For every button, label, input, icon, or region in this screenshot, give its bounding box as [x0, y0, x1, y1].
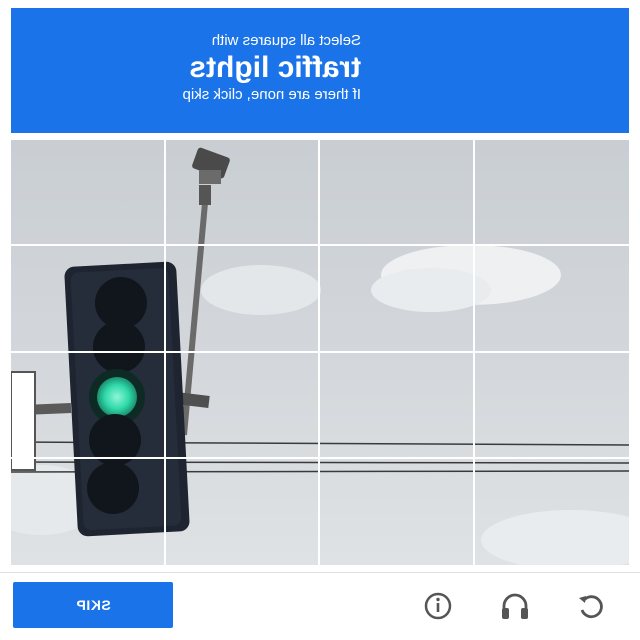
headphones-icon [502, 593, 528, 619]
refresh-icon [579, 595, 603, 619]
skip-hint: If there are none, click skip [182, 86, 361, 103]
grid-tile[interactable] [320, 352, 475, 459]
audio-button[interactable] [495, 586, 535, 626]
grid-tile[interactable] [165, 140, 320, 247]
tile-grid [11, 140, 629, 565]
grid-tile[interactable] [474, 140, 629, 247]
grid-tile[interactable] [320, 458, 475, 565]
challenge-text: Select all squares with traffic lights I… [61, 32, 361, 104]
grid-tile[interactable] [165, 246, 320, 353]
instruction-line: Select all squares with [211, 32, 361, 49]
target-object: traffic lights [189, 51, 361, 84]
grid-tile[interactable] [320, 246, 475, 353]
challenge-image-grid [11, 140, 629, 565]
grid-tile[interactable] [11, 458, 166, 565]
info-icon [424, 592, 452, 620]
grid-tile[interactable] [11, 352, 166, 459]
grid-tile[interactable] [166, 458, 320, 565]
grid-tile[interactable] [165, 352, 320, 459]
grid-tile[interactable] [320, 140, 475, 247]
grid-tile[interactable] [474, 353, 629, 459]
refresh-button[interactable] [571, 586, 611, 626]
info-button[interactable] [418, 586, 458, 626]
challenge-header: Select all squares with traffic lights I… [11, 8, 629, 133]
footer-divider [0, 572, 640, 573]
skip-label: SKIP [75, 597, 111, 613]
grid-tile[interactable] [11, 246, 166, 353]
grid-tile[interactable] [11, 140, 166, 247]
grid-tile[interactable] [474, 246, 629, 353]
grid-tile[interactable] [475, 459, 630, 565]
skip-button[interactable]: SKIP [13, 582, 173, 628]
